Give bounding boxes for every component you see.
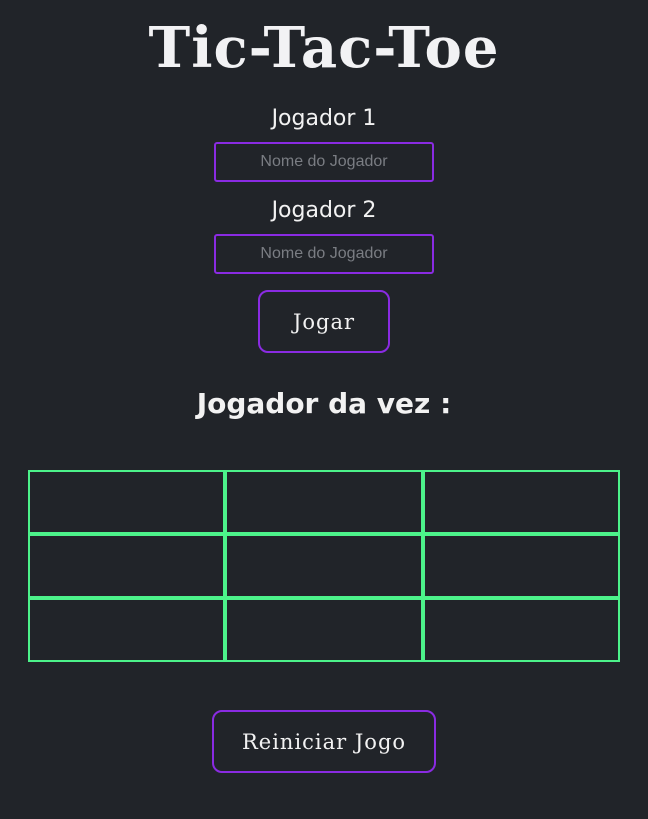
player-1-name-input[interactable] [214,142,434,182]
player-2-name-input[interactable] [214,234,434,274]
play-button[interactable]: Jogar [258,290,390,353]
game-board [28,470,620,662]
board-cell-9[interactable] [423,598,620,662]
restart-game-button[interactable]: Reiniciar Jogo [212,710,436,773]
player-2-label: Jogador 2 [271,198,377,223]
board-cell-1[interactable] [28,470,225,534]
board-cell-6[interactable] [423,534,620,598]
board-cell-7[interactable] [28,598,225,662]
board-cell-5[interactable] [225,534,423,598]
board-cell-8[interactable] [225,598,423,662]
game-title: Tic-Tac-Toe [148,15,500,81]
board-cell-3[interactable] [423,470,620,534]
player-1-label: Jogador 1 [271,106,377,131]
board-cell-2[interactable] [225,470,423,534]
current-player-label: Jogador da vez : [196,387,452,420]
board-cell-4[interactable] [28,534,225,598]
